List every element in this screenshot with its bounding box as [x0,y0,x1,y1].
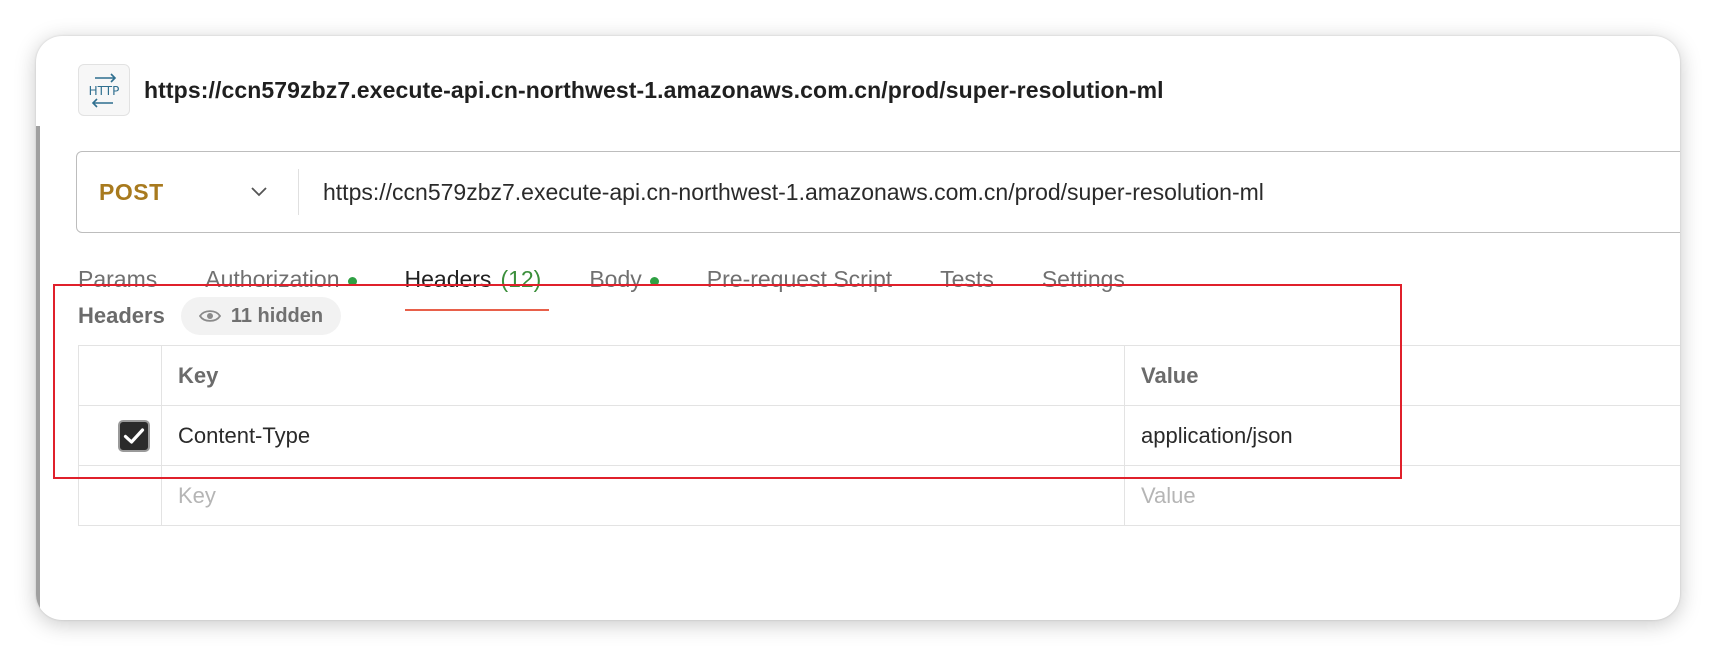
window-edge [36,126,40,620]
chevron-down-icon [251,187,267,197]
request-title[interactable]: https://ccn579zbz7.execute-api.cn-northw… [144,77,1164,104]
annotation-highlight-box [53,284,1402,479]
url-bar: POST https://ccn579zbz7.execute-api.cn-n… [76,151,1680,233]
method-label: POST [99,178,164,205]
http-icon: HTTP [78,64,130,116]
http-icon-label: HTTP [89,84,120,98]
request-title-row: HTTP https://ccn579zbz7.execute-api.cn-n… [78,64,1164,116]
url-input[interactable]: https://ccn579zbz7.execute-api.cn-northw… [323,179,1264,206]
method-select[interactable]: POST [77,169,299,215]
